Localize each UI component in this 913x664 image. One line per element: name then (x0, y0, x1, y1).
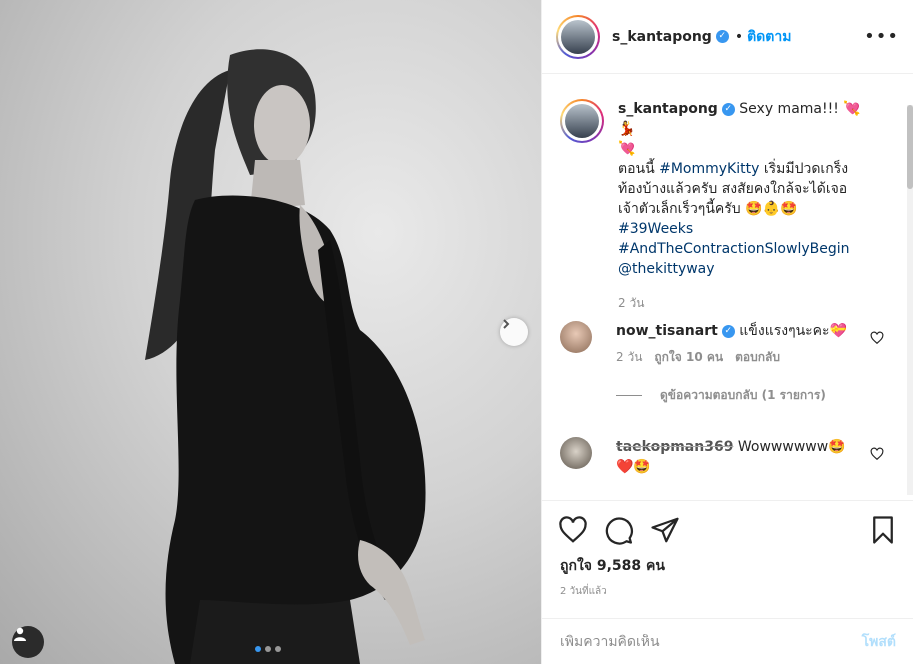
slide-dot (265, 646, 271, 652)
caption-text: 💘 (618, 141, 636, 157)
comments-scrollbar[interactable] (907, 105, 913, 495)
scrollbar-thumb[interactable] (907, 105, 913, 189)
caption-time[interactable]: 2 วัน (618, 293, 644, 313)
add-comment-bar: โพสต์ (542, 618, 913, 664)
next-slide-button[interactable] (500, 318, 528, 346)
avatar[interactable] (560, 437, 592, 469)
verified-badge-icon: ✓ (721, 324, 735, 338)
view-replies-button[interactable]: ดูข้อความตอบกลับ (1 รายการ) (660, 385, 826, 405)
more-options-icon[interactable]: ••• (864, 26, 899, 47)
hashtag-link[interactable]: #39Weeks (618, 219, 878, 239)
pregnant-woman-photo (145, 49, 426, 664)
comment-input[interactable] (560, 633, 862, 650)
post-comment-button[interactable]: โพสต์ (862, 631, 896, 653)
chevron-right-icon (503, 319, 510, 329)
slide-dot (275, 646, 281, 652)
separator-dot: • (734, 28, 744, 45)
like-comment-heart-icon[interactable] (870, 447, 884, 461)
save-bookmark-icon[interactable] (868, 515, 898, 545)
follow-button[interactable]: ติดตาม (747, 26, 791, 48)
verified-badge-icon: ✓ (721, 102, 735, 116)
comment-text: แข็งแรงๆนะคะ💝 (739, 323, 847, 339)
divider (616, 394, 642, 396)
avatar (565, 104, 599, 138)
share-icon[interactable] (650, 515, 680, 545)
hashtag-link[interactable]: #AndTheContractionSlowlyBegin (618, 239, 878, 259)
slide-indicator (255, 646, 281, 652)
user-icon (14, 627, 26, 641)
caption-text: ท้องบ้างแล้วครับ สงสัยคงใกล้จะได้เจอ (618, 181, 848, 197)
hashtag-link[interactable]: #MommyKitty (659, 161, 759, 177)
like-heart-icon[interactable] (558, 515, 588, 545)
caption-text: เจ้าตัวเล็กเร็วๆนี้ครับ 🤩👶🤩 (618, 201, 798, 217)
like-comment-heart-icon[interactable] (870, 331, 884, 345)
caption-text: เริ่มมีปวดเกร็ง (759, 161, 849, 177)
comment-likes[interactable]: ถูกใจ 10 คน (654, 347, 723, 367)
caption-username[interactable]: s_kantapong (618, 101, 718, 117)
comment-item: taekopman369 Wowwwwww🤩 ❤️🤩 (560, 437, 890, 477)
avatar (561, 19, 595, 54)
comment-text: Wowwwwww🤩 (737, 439, 846, 455)
reply-button[interactable]: ตอบกลับ (735, 347, 780, 367)
post-header: s_kantapong ✓ • ติดตาม ••• (542, 0, 913, 74)
comments-list[interactable]: s_kantapong ✓ Sexy mama!!! 💘💃 💘 ตอนนี้ #M… (542, 75, 913, 499)
slide-dot-active (255, 646, 261, 652)
likes-count[interactable]: ถูกใจ 9,588 คน (560, 555, 665, 577)
comment-item: now_tisanart ✓ แข็งแรงๆนะคะ💝 2 วัน ถูกใจ … (560, 321, 890, 405)
verified-badge-icon: ✓ (715, 30, 729, 43)
author-username[interactable]: s_kantapong (612, 29, 712, 45)
comment-time[interactable]: 2 วัน (616, 347, 642, 367)
comment-text: ❤️🤩 (616, 459, 651, 475)
caption-avatar[interactable] (560, 99, 604, 143)
post-photo (0, 0, 541, 664)
post-details-panel: s_kantapong ✓ • ติดตาม ••• s_kantapong ✓ … (541, 0, 913, 664)
story-ring[interactable] (556, 14, 600, 59)
post-actions: ถูกใจ 9,588 คน 2 วันที่แล้ว (542, 500, 913, 618)
avatar[interactable] (560, 321, 592, 353)
caption-text: ตอนนี้ (618, 161, 660, 177)
comment-username[interactable]: taekopman369 (616, 439, 733, 455)
mention-link[interactable]: @thekittyway (618, 259, 878, 279)
comment-username[interactable]: now_tisanart (616, 323, 718, 339)
tagged-users-button[interactable] (12, 626, 44, 658)
post-time[interactable]: 2 วันที่แล้ว (560, 584, 607, 599)
caption: s_kantapong ✓ Sexy mama!!! 💘💃 💘 ตอนนี้ #M… (560, 99, 890, 313)
comment-icon[interactable] (604, 515, 634, 545)
